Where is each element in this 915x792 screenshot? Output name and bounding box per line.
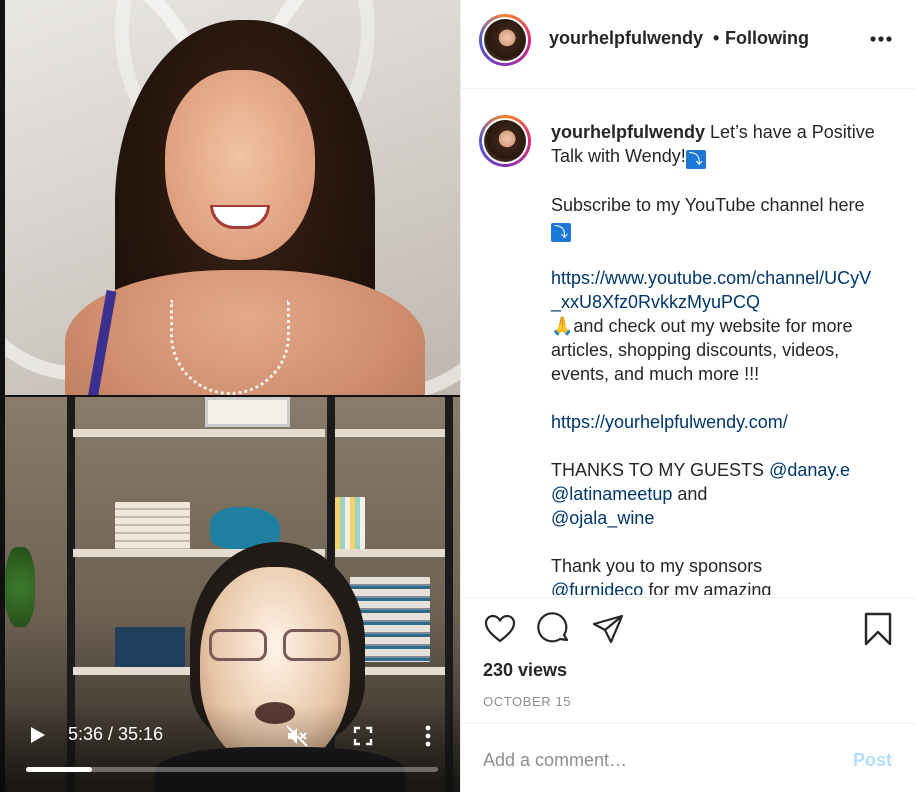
caption-line-3: and check out my website for more articl… bbox=[551, 316, 858, 384]
post-header: yourhelpfulwendy • Following bbox=[461, 0, 915, 89]
post-caption: yourhelpfulwendy Let’s have a Positive T… bbox=[551, 120, 881, 595]
post-side-panel: yourhelpfulwendy • Following yourhelpful… bbox=[460, 0, 915, 792]
fullscreen-icon[interactable] bbox=[351, 724, 375, 748]
more-options-icon[interactable] bbox=[869, 32, 893, 44]
avatar[interactable] bbox=[479, 14, 531, 66]
post-date: OCTOBER 15 bbox=[483, 694, 572, 709]
youtube-link[interactable]: https://www.youtube.com/channel/UCyV_xxU… bbox=[551, 268, 871, 312]
video-player[interactable]: 5:36 / 35:16 bbox=[0, 0, 460, 792]
header-separator: • bbox=[713, 28, 720, 48]
following-button[interactable]: Following bbox=[725, 28, 809, 49]
header-username[interactable]: yourhelpfulwendy bbox=[549, 28, 703, 49]
video-time: 5:36 / 35:16 bbox=[68, 723, 164, 744]
post-actions: 230 views OCTOBER 15 bbox=[461, 597, 915, 722]
video-progress-fill bbox=[26, 767, 92, 772]
muted-speaker-icon[interactable] bbox=[284, 723, 310, 749]
more-vertical-icon[interactable] bbox=[418, 723, 438, 749]
comment-bar: Post bbox=[461, 723, 915, 792]
video-progress-bar[interactable] bbox=[26, 767, 438, 772]
share-icon[interactable] bbox=[591, 612, 625, 646]
sponsor-mention-furnideco[interactable]: @furnideco bbox=[551, 580, 643, 595]
caption-area[interactable]: yourhelpfulwendy Let’s have a Positive T… bbox=[461, 90, 915, 595]
arrow-down-emoji-icon: ⤵ bbox=[551, 223, 571, 242]
video-controls: 5:36 / 35:16 bbox=[0, 705, 460, 792]
heart-icon[interactable] bbox=[483, 612, 517, 646]
website-link[interactable]: https://yourhelpfulwendy.com/ bbox=[551, 412, 788, 432]
video-feed-host bbox=[5, 0, 460, 395]
bookmark-icon[interactable] bbox=[861, 612, 895, 646]
guest-mention-latinameetup[interactable]: @latinameetup bbox=[551, 484, 672, 504]
guests-prefix: THANKS TO MY GUESTS bbox=[551, 460, 770, 480]
arrow-down-emoji-icon: ⤵ bbox=[685, 150, 706, 169]
view-count[interactable]: 230 views bbox=[483, 660, 567, 681]
guest-mention-danay[interactable]: @danay.e bbox=[769, 460, 850, 480]
post-comment-button[interactable]: Post bbox=[853, 750, 892, 771]
pray-emoji-icon: 🙏 bbox=[551, 316, 574, 336]
caption-username[interactable]: yourhelpfulwendy bbox=[551, 122, 705, 142]
comment-icon[interactable] bbox=[537, 612, 571, 646]
comment-input[interactable] bbox=[483, 746, 823, 774]
and-text: and bbox=[672, 484, 708, 504]
play-icon[interactable] bbox=[28, 725, 48, 745]
caption-line-2: Subscribe to my YouTube channel here bbox=[551, 195, 865, 215]
caption-avatar[interactable] bbox=[479, 115, 531, 167]
guest-mention-ojala[interactable]: @ojala_wine bbox=[551, 508, 654, 528]
sponsors-prefix: Thank you to my sponsors bbox=[551, 556, 763, 576]
sponsors-suffix: for my amazing bbox=[643, 580, 772, 595]
